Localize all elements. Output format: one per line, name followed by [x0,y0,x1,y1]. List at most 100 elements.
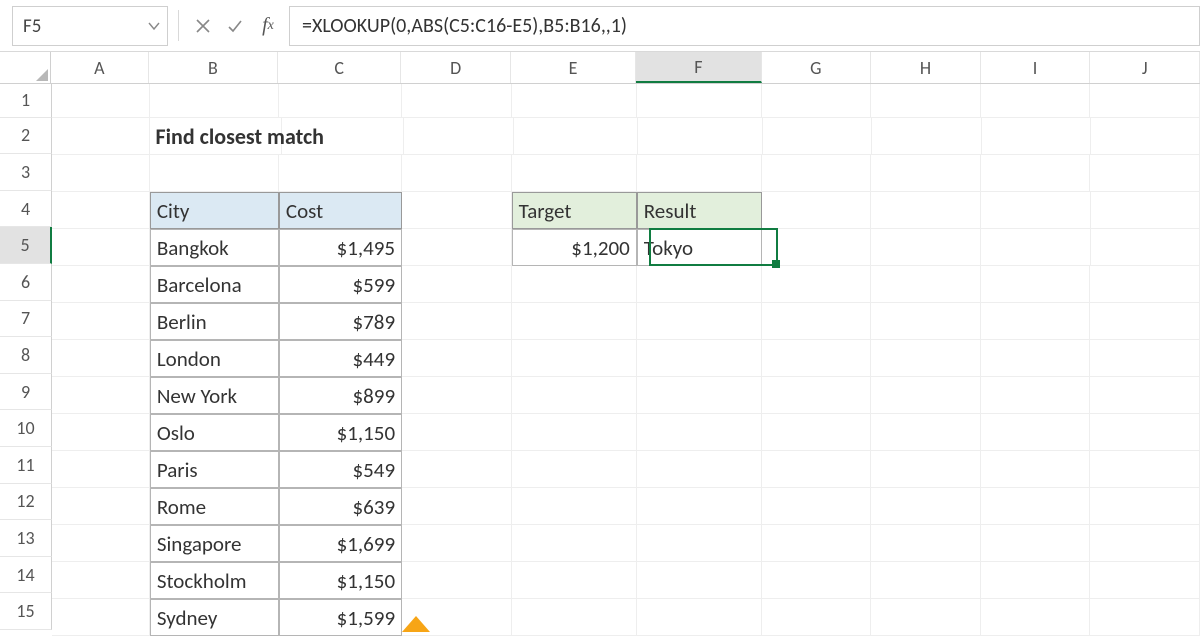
cell-C3[interactable] [279,155,402,192]
chevron-down-icon[interactable] [147,19,161,33]
cell-I10[interactable] [981,414,1091,451]
cell-B11[interactable]: Paris [150,451,279,488]
cancel-icon[interactable] [189,12,217,40]
cell-C7[interactable]: $789 [279,303,402,340]
cell-G2[interactable] [763,118,872,155]
cell-C6[interactable]: $599 [279,266,402,303]
cell-F14[interactable] [637,562,762,599]
col-E[interactable]: E [511,52,636,83]
cell-B12[interactable]: Rome [150,488,279,525]
cell-I2[interactable] [982,118,1091,155]
cell-I15[interactable] [981,599,1091,636]
cell-D5[interactable] [402,229,512,266]
cell-J9[interactable] [1090,377,1200,414]
cell-A8[interactable] [52,340,150,377]
cell-H11[interactable] [871,451,981,488]
cell-I6[interactable] [981,266,1091,303]
cell-H15[interactable] [871,599,981,636]
cell-H13[interactable] [871,525,981,562]
cell-B9[interactable]: New York [150,377,279,414]
cell-I13[interactable] [981,525,1091,562]
cell-G14[interactable] [762,562,872,599]
col-H[interactable]: H [871,52,981,83]
row-7[interactable]: 7 [0,301,52,338]
cell-G6[interactable] [762,266,872,303]
cell-E8[interactable] [512,340,637,377]
cell-H5[interactable] [871,229,981,266]
cell-G12[interactable] [762,488,872,525]
cell-F12[interactable] [637,488,762,525]
cell-A4[interactable] [52,192,150,229]
cell-E9[interactable] [512,377,637,414]
row-6[interactable]: 6 [0,264,52,301]
col-I[interactable]: I [981,52,1091,83]
cell-J5[interactable] [1091,229,1200,266]
cell-H2[interactable] [872,118,981,155]
cell-A9[interactable] [52,377,150,414]
cell-B5[interactable]: Bangkok [150,229,279,266]
col-A[interactable]: A [51,52,149,83]
cell-D1[interactable] [402,84,512,118]
cell-A6[interactable] [52,266,150,303]
cell-F2[interactable] [638,118,763,155]
cell-C2[interactable] [282,118,405,155]
cell-H14[interactable] [871,562,981,599]
cell-I4[interactable] [981,192,1091,229]
col-B[interactable]: B [149,52,278,83]
cell-I1[interactable] [981,84,1091,118]
cell-H3[interactable] [871,155,981,192]
cell-H1[interactable] [871,84,981,118]
cell-A13[interactable] [52,525,150,562]
check-icon[interactable] [221,12,249,40]
cell-G13[interactable] [762,525,872,562]
cell-E15[interactable] [512,599,637,636]
name-box[interactable]: F5 [12,6,168,46]
cell-F13[interactable] [637,525,762,562]
cell-D3[interactable] [402,155,512,192]
cell-G15[interactable] [762,599,872,636]
formula-input[interactable]: =XLOOKUP(0,ABS(C5:C16-E5),B5:B16,,1) [289,6,1200,46]
cell-E12[interactable] [512,488,637,525]
cell-F6[interactable] [637,266,762,303]
cell-I5[interactable] [981,229,1091,266]
cell-C1[interactable] [279,84,402,118]
cell-C12[interactable]: $639 [279,488,402,525]
cell-D8[interactable] [402,340,512,377]
cell-A2[interactable] [52,118,150,155]
cell-J3[interactable] [1090,155,1200,192]
cell-G5[interactable] [762,229,872,266]
cell-F11[interactable] [637,451,762,488]
cell-E3[interactable] [512,155,637,192]
cell-A15[interactable] [52,599,150,636]
cell-E11[interactable] [512,451,637,488]
select-all-corner[interactable] [0,52,51,83]
cell-C11[interactable]: $549 [279,451,402,488]
cell-I8[interactable] [981,340,1091,377]
cell-C14[interactable]: $1,150 [279,562,402,599]
row-2[interactable]: 2 [0,118,52,155]
cell-E4[interactable]: Target [512,192,637,229]
cell-H8[interactable] [871,340,981,377]
cell-A5[interactable] [52,229,150,266]
cell-J1[interactable] [1090,84,1200,118]
cell-F10[interactable] [637,414,762,451]
cell-I11[interactable] [981,451,1091,488]
cell-D14[interactable] [402,562,512,599]
cell-J10[interactable] [1090,414,1200,451]
cell-E5[interactable]: $1,200 [512,229,637,266]
cell-J15[interactable] [1090,599,1200,636]
cell-A7[interactable] [52,303,150,340]
cell-J6[interactable] [1090,266,1200,303]
cell-A10[interactable] [52,414,150,451]
cell-J11[interactable] [1090,451,1200,488]
cell-J4[interactable] [1091,192,1200,229]
col-D[interactable]: D [401,52,511,83]
row-3[interactable]: 3 [0,154,52,191]
cell-J7[interactable] [1090,303,1200,340]
cell-F5[interactable]: Tokyo [637,229,762,266]
cells-area[interactable]: Find closest matchCityCostTargetResultBa… [52,84,1200,630]
col-J[interactable]: J [1090,52,1200,83]
cell-C5[interactable]: $1,495 [279,229,402,266]
cell-C15[interactable]: $1,599 [279,599,402,636]
cell-A12[interactable] [52,488,150,525]
